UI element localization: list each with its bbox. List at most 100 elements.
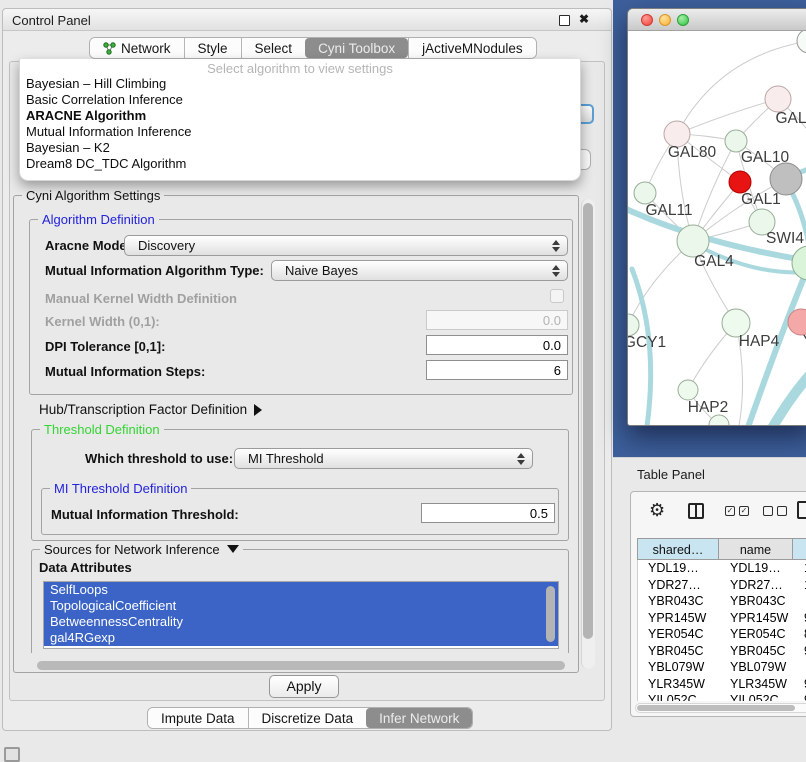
collapsed-arrow-icon <box>254 404 262 416</box>
tab-cyni-toolbox[interactable]: Cyni Toolbox <box>305 38 408 58</box>
node-label-gal4: GAL4 <box>694 253 734 270</box>
tab-jactivemnodules[interactable]: jActiveMNodules <box>408 38 536 58</box>
expanded-arrow-icon <box>227 545 239 553</box>
node-gal11[interactable] <box>634 182 656 204</box>
table-cell <box>794 659 806 676</box>
table-row[interactable]: YBL079WYBL079W <box>638 659 806 676</box>
table-cell: YIL052C <box>638 692 720 701</box>
algorithm-option-basic-correlation-inference[interactable]: Basic Correlation Inference <box>20 92 580 108</box>
mi-steps-field[interactable]: 6 <box>426 360 568 380</box>
column-header-hidden[interactable] <box>793 538 806 560</box>
algorithm-option-bayesian-hill-climbing[interactable]: Bayesian – Hill Climbing <box>20 76 580 92</box>
tab-discretize-data[interactable]: Discretize Data <box>248 708 367 728</box>
table-row[interactable]: YLR345WYLR345W9. <box>638 676 806 693</box>
minimized-panel-icon[interactable] <box>4 747 20 762</box>
node-top-node[interactable] <box>797 31 806 53</box>
node-swi4[interactable] <box>792 246 806 280</box>
sources-title[interactable]: Sources for Network Inference <box>40 542 243 557</box>
table-cell: 9. <box>794 610 806 627</box>
threshold-definition-title: Threshold Definition <box>40 422 164 437</box>
table-cell: 8. <box>794 626 806 643</box>
mi-threshold-field[interactable]: 0.5 <box>421 503 555 523</box>
table-row[interactable]: YER054CYER054C8. <box>638 626 806 643</box>
table-browser: ⚙ ✓✓ shared…name YDL19…YDL19…13YDR27…YDR… <box>630 491 806 717</box>
dpi-tolerance-field[interactable]: 0.0 <box>426 335 568 355</box>
document-icon[interactable] <box>797 501 806 519</box>
algorithm-option-bayesian-k2[interactable]: Bayesian – K2 <box>20 140 580 156</box>
node-bot-node[interactable] <box>709 415 729 425</box>
list-scrollbar-thumb[interactable] <box>546 586 555 642</box>
table-hscrollbar-thumb[interactable] <box>637 705 795 711</box>
attribute-item-gal4rgexp[interactable]: gal4RGexp <box>44 630 558 646</box>
table-row[interactable]: YBR045CYBR045C9. <box>638 643 806 660</box>
algorithm-option-mutual-information-inference[interactable]: Mutual Information Inference <box>20 124 580 140</box>
node-gcy1[interactable] <box>628 314 639 336</box>
horizontal-scrollbar-thumb[interactable] <box>37 661 565 670</box>
algorithm-option-dream8-dc-tdc-algorithm[interactable]: Dream8 DC_TDC Algorithm <box>20 156 580 172</box>
node-label-hap2: HAP2 <box>688 399 729 416</box>
table-cell: YBR043C <box>720 593 794 610</box>
attribute-item-topologicalcoefficient[interactable]: TopologicalCoefficient <box>44 598 558 614</box>
attribute-item-betweennesscentrality[interactable]: BetweennessCentrality <box>44 614 558 630</box>
tab-label: Network <box>121 41 171 56</box>
float-panel-icon[interactable] <box>559 15 570 26</box>
table-cell: YLR345W <box>720 676 794 693</box>
tab-label: Style <box>198 41 228 56</box>
node-hap2[interactable] <box>678 380 698 400</box>
node-red-node[interactable] <box>729 171 751 193</box>
apply-button[interactable]: Apply <box>269 675 339 698</box>
zoom-window-icon[interactable] <box>677 14 689 26</box>
aracne-mode-select[interactable]: Discovery <box>124 235 568 256</box>
minimize-window-icon[interactable] <box>659 14 671 26</box>
network-edge <box>677 99 778 134</box>
network-canvas[interactable]: GALGAL80GAL10GAL11GAL1SWI4GAL4GCY1HAP4YH… <box>628 31 806 425</box>
sources-title-label: Sources for Network Inference <box>44 542 220 557</box>
table-cell: YIL052C <box>720 692 794 701</box>
mi-type-select[interactable]: Naive Bayes <box>271 260 568 281</box>
tab-label: Select <box>255 41 293 56</box>
algorithm-options-list: Bayesian – Hill ClimbingBasic Correlatio… <box>20 76 580 172</box>
mi-threshold-label: Mutual Information Threshold: <box>51 507 239 522</box>
dpi-tolerance-label: DPI Tolerance [0,1]: <box>45 339 165 354</box>
tab-impute-data[interactable]: Impute Data <box>148 708 248 728</box>
spinner-arrows-icon <box>552 264 560 278</box>
tab-select[interactable]: Select <box>241 38 306 58</box>
network-window-titlebar[interactable] <box>628 9 806 31</box>
deselect-all-icon[interactable] <box>763 506 787 516</box>
table-row[interactable]: YIL052CYIL052C9. <box>638 692 806 701</box>
hub-definition-toggle[interactable]: Hub/Transcription Factor Definition <box>39 402 262 417</box>
which-threshold-select[interactable]: MI Threshold <box>234 448 533 469</box>
tab-infer-network[interactable]: Infer Network <box>366 708 472 728</box>
hub-definition-label: Hub/Transcription Factor Definition <box>39 402 247 417</box>
column-header-name[interactable]: name <box>719 538 793 560</box>
table-cell: YBL079W <box>720 659 794 676</box>
table-cell: 13 <box>794 560 806 577</box>
table-hscrollbar[interactable] <box>635 703 806 713</box>
algorithm-option-aracne-algorithm[interactable]: ARACNE Algorithm <box>20 108 580 124</box>
algorithm-placeholder: Select algorithm to view settings <box>20 59 580 76</box>
table-row[interactable]: YBR043CYBR043C <box>638 593 806 610</box>
table-cell: YBR043C <box>638 593 720 610</box>
network-graph: GALGAL80GAL10GAL11GAL1SWI4GAL4GCY1HAP4YH… <box>628 31 806 425</box>
tab-style[interactable]: Style <box>184 38 241 58</box>
select-all-icon[interactable]: ✓✓ <box>725 506 749 516</box>
gear-icon[interactable]: ⚙ <box>649 500 665 521</box>
tab-label: Discretize Data <box>262 711 354 726</box>
kernel-width-label: Kernel Width (0,1): <box>45 314 160 329</box>
attribute-item-selfloops[interactable]: SelfLoops <box>44 582 558 598</box>
node-gal-cut[interactable] <box>765 86 791 112</box>
manual-kernel-checkbox[interactable] <box>550 289 564 303</box>
column-header-shared[interactable]: shared… <box>637 538 719 560</box>
close-panel-icon[interactable]: ✖ <box>579 12 589 26</box>
close-window-icon[interactable] <box>641 14 653 26</box>
table-toolbar: ⚙ ✓✓ <box>631 492 806 532</box>
table-row[interactable]: YDR27…YDR27…12 <box>638 577 806 594</box>
tab-network[interactable]: Network <box>90 38 184 58</box>
node-table: shared…name YDL19…YDL19…13YDR27…YDR27…12… <box>637 538 806 701</box>
table-row[interactable]: YPR145WYPR145W9. <box>638 610 806 627</box>
settings-scrollbar-thumb[interactable] <box>583 203 593 639</box>
table-row[interactable]: YDL19…YDL19…13 <box>638 560 806 577</box>
kernel-width-field[interactable]: 0.0 <box>426 310 568 330</box>
table-cell: YBR045C <box>720 643 794 660</box>
column-layout-icon[interactable] <box>688 503 704 519</box>
